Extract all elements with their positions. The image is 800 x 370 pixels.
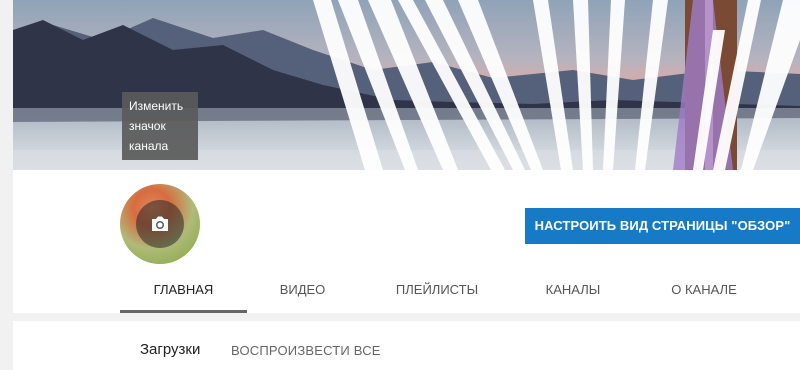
tab-home[interactable]: ГЛАВНАЯ bbox=[120, 270, 247, 313]
channel-banner[interactable]: Изменить значок канала bbox=[13, 0, 800, 170]
tab-playlists[interactable]: ПЛЕЙЛИСТЫ bbox=[358, 270, 516, 310]
tab-videos[interactable]: ВИДЕО bbox=[247, 270, 358, 310]
play-all-link[interactable]: ВОСПРОИЗВЕСТИ ВСЕ bbox=[231, 343, 381, 358]
tab-channels[interactable]: КАНАЛЫ bbox=[516, 270, 630, 310]
change-icon-tooltip: Изменить значок канала bbox=[122, 92, 198, 160]
camera-icon bbox=[152, 216, 168, 231]
channel-tabs: ГЛАВНАЯ ВИДЕО ПЛЕЙЛИСТЫ КАНАЛЫ О КАНАЛЕ bbox=[120, 270, 778, 313]
channel-header: НАСТРОИТЬ ВИД СТРАНИЦЫ "ОБЗОР" ГЛАВНАЯ В… bbox=[13, 170, 800, 313]
channel-page: Изменить значок канала НАСТРОИТЬ ВИД СТР… bbox=[13, 0, 800, 370]
customize-overview-button[interactable]: НАСТРОИТЬ ВИД СТРАНИЦЫ "ОБЗОР" bbox=[525, 208, 800, 244]
channel-avatar[interactable] bbox=[120, 184, 200, 264]
content-section: Загрузки ВОСПРОИЗВЕСТИ ВСЕ bbox=[13, 321, 800, 370]
tab-about[interactable]: О КАНАЛЕ bbox=[630, 270, 778, 310]
uploads-heading[interactable]: Загрузки bbox=[140, 341, 200, 358]
